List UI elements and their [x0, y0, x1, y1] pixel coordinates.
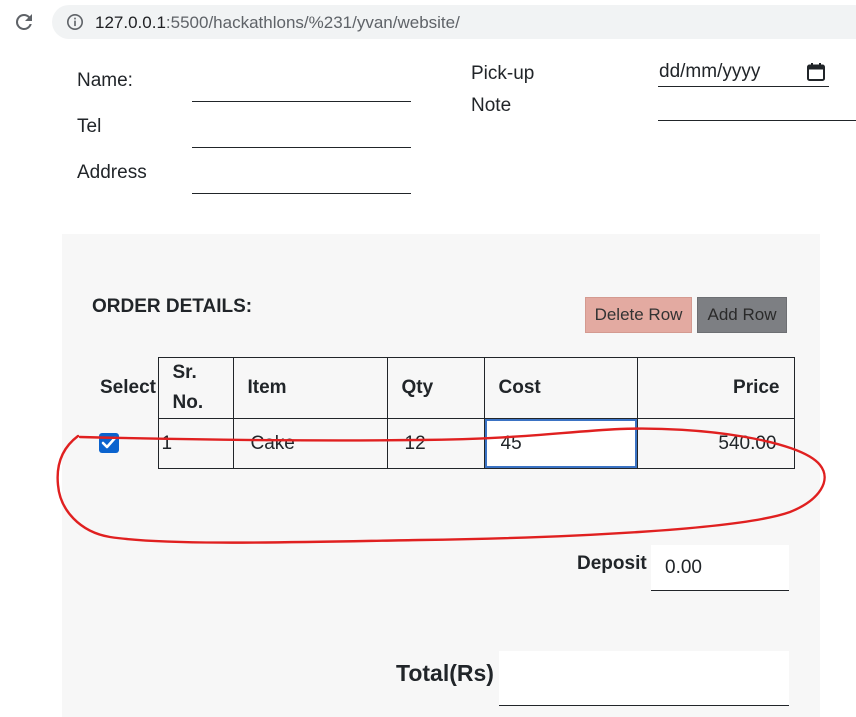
- qty-cell[interactable]: 12: [386, 418, 485, 469]
- cost-input[interactable]: [484, 419, 637, 468]
- order-details-title: ORDER DETAILS:: [92, 296, 253, 317]
- cost-cell: [483, 418, 638, 469]
- total-input[interactable]: [499, 651, 789, 706]
- note-input[interactable]: [658, 91, 856, 121]
- add-row-button[interactable]: Add Row: [697, 297, 787, 333]
- address-label: Address: [77, 162, 147, 183]
- url-host: 127.0.0.1: [95, 13, 166, 32]
- browser-toolbar: 127.0.0.1:5500/hackathlons/%231/yvan/web…: [0, 0, 856, 44]
- note-label: Note: [471, 95, 512, 116]
- column-header-select: Select: [96, 357, 159, 419]
- deposit-value: 0.00: [665, 557, 702, 578]
- delete-row-button[interactable]: Delete Row: [585, 297, 692, 333]
- pickup-label: Pick-up: [471, 63, 535, 84]
- column-header-qty: Qty: [386, 357, 485, 419]
- url-path: :5500/hackathlons/%231/yvan/website/: [165, 13, 460, 32]
- column-header-sr-no-line1: Sr.: [172, 362, 197, 383]
- calendar-icon[interactable]: [806, 62, 826, 82]
- total-label: Total(Rs): [396, 660, 494, 686]
- table-row: 1 Cake 12 540.00: [96, 418, 795, 469]
- table-header-row: Select Sr. No. Item Qty Cost Price: [96, 357, 795, 419]
- column-header-sr-no-line2: No.: [172, 392, 204, 413]
- pickup-date-input[interactable]: dd/mm/yyyy: [658, 57, 829, 87]
- address-bar[interactable]: 127.0.0.1:5500/hackathlons/%231/yvan/web…: [52, 5, 856, 39]
- name-label: Name:: [77, 70, 133, 91]
- reload-icon[interactable]: [12, 10, 36, 34]
- address-input[interactable]: [192, 164, 411, 194]
- sr-no-cell: 1: [157, 418, 234, 469]
- price-cell: 540.00: [636, 418, 795, 469]
- name-input[interactable]: [192, 72, 411, 102]
- tel-input[interactable]: [192, 118, 411, 148]
- column-header-sr-no: Sr. No.: [157, 357, 234, 419]
- pickup-date-placeholder: dd/mm/yyyy: [659, 61, 761, 82]
- deposit-input[interactable]: 0.00: [651, 545, 789, 591]
- deposit-label: Deposit: [577, 553, 647, 574]
- site-info-icon[interactable]: [66, 13, 84, 31]
- column-header-item: Item: [232, 357, 388, 419]
- item-cell[interactable]: Cake: [232, 418, 388, 469]
- column-header-cost: Cost: [483, 357, 638, 419]
- select-cell: [96, 418, 159, 469]
- tel-label: Tel: [77, 116, 102, 137]
- row-select-checkbox[interactable]: [99, 433, 119, 454]
- checkmark-icon: [101, 437, 117, 449]
- order-table-wrapper: Select Sr. No. Item Qty Cost Price 1 Cak…: [96, 357, 795, 469]
- column-header-price: Price: [636, 357, 795, 419]
- url-text: 127.0.0.1:5500/hackathlons/%231/yvan/web…: [95, 13, 460, 33]
- order-table: Select Sr. No. Item Qty Cost Price 1 Cak…: [96, 357, 795, 469]
